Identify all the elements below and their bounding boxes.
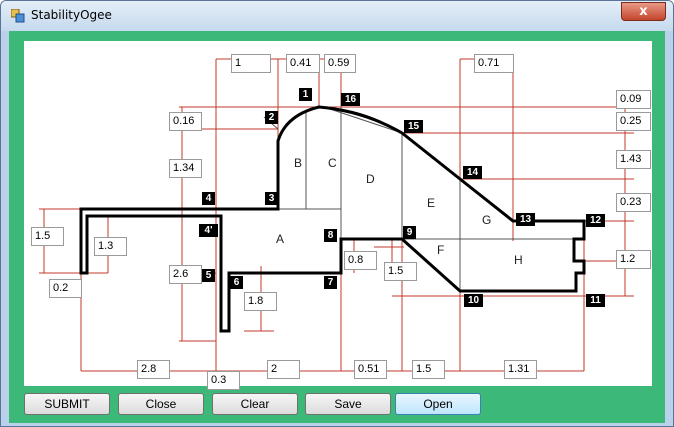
- dimension-0-23[interactable]: 0.23: [616, 193, 651, 212]
- node-marker: 8: [324, 229, 337, 242]
- node-marker: 7: [324, 276, 337, 289]
- window-title: StabilityOgee: [31, 8, 112, 22]
- ogee-drawing-canvas: 1 0.41 0.59 0.71 0.16 1.34 1.5 1.3 0.2 2…: [24, 41, 652, 390]
- dimension-0-71[interactable]: 0.71: [474, 54, 514, 73]
- dimension-1-5-left[interactable]: 1.5: [31, 227, 64, 246]
- node-marker: 6: [230, 276, 243, 289]
- dimension-1-31[interactable]: 1.31: [504, 360, 537, 379]
- form-client-area: 1 0.41 0.59 0.71 0.16 1.34 1.5 1.3 0.2 2…: [9, 31, 665, 423]
- node-marker: 1: [299, 88, 312, 101]
- zone-label: H: [514, 253, 523, 267]
- ogee-profile-outline: [79, 105, 586, 333]
- dimension-2-8[interactable]: 2.8: [137, 360, 170, 379]
- dimension-2-6[interactable]: 2.6: [169, 265, 202, 284]
- dimension-1-5-mid[interactable]: 1.5: [384, 262, 417, 281]
- node-marker: 9: [403, 226, 416, 239]
- dimension-1-34[interactable]: 1.34: [169, 159, 202, 178]
- zone-label: A: [276, 232, 285, 246]
- zone-label: E: [427, 196, 436, 210]
- dimension-2[interactable]: 2: [267, 360, 300, 379]
- dimension-0-51[interactable]: 0.51: [354, 360, 387, 379]
- app-window-icon: [11, 9, 25, 23]
- title-bar[interactable]: StabilityOgee x: [1, 1, 673, 31]
- dimension-0-41[interactable]: 0.41: [286, 54, 320, 73]
- node-marker: 16: [341, 93, 360, 106]
- dimension-0-09[interactable]: 0.09: [616, 90, 651, 109]
- dimension-1-5-bottom[interactable]: 1.5: [412, 360, 445, 379]
- dimension-1-8[interactable]: 1.8: [244, 292, 277, 311]
- dimension-0-3[interactable]: 0.3: [207, 371, 240, 390]
- node-marker: 11: [586, 294, 605, 307]
- node-marker: 2: [265, 111, 278, 124]
- save-button[interactable]: Save: [305, 393, 391, 415]
- app-window: StabilityOgee x 1 0.41 0.59 0.71 0.16 1.…: [0, 0, 674, 427]
- open-button[interactable]: Open: [395, 393, 481, 415]
- dimension-1-43[interactable]: 1.43: [616, 150, 651, 169]
- dimension-0-25[interactable]: 0.25: [616, 112, 651, 131]
- node-marker: 4': [199, 224, 218, 237]
- submit-button[interactable]: SUBMIT: [24, 393, 110, 415]
- node-marker: 4: [202, 192, 215, 205]
- node-marker: 12: [586, 214, 605, 227]
- window-close-button[interactable]: x: [621, 2, 666, 21]
- zone-label: F: [437, 243, 445, 257]
- close-icon: x: [639, 4, 648, 19]
- node-marker: 14: [463, 166, 482, 179]
- dimension-1-2[interactable]: 1.2: [616, 250, 651, 269]
- dimension-0-59[interactable]: 0.59: [324, 54, 356, 73]
- dimension-0-16[interactable]: 0.16: [169, 112, 202, 131]
- ogee-section-diagram: [39, 58, 634, 372]
- node-marker: 15: [404, 120, 423, 133]
- node-marker: 10: [464, 294, 483, 307]
- dimension-1[interactable]: 1: [231, 54, 271, 73]
- dimension-0-8[interactable]: 0.8: [344, 251, 377, 270]
- zone-label: C: [328, 156, 337, 170]
- zone-label: B: [294, 156, 303, 170]
- dimension-1-3[interactable]: 1.3: [94, 237, 127, 256]
- zone-label: G: [482, 213, 492, 227]
- close-button[interactable]: Close: [118, 393, 204, 415]
- node-marker: 13: [516, 213, 535, 226]
- node-marker: 5: [202, 269, 215, 282]
- clear-button[interactable]: Clear: [212, 393, 298, 415]
- node-marker: 3: [265, 192, 278, 205]
- zone-label: D: [366, 172, 375, 186]
- dimension-0-2[interactable]: 0.2: [49, 279, 82, 298]
